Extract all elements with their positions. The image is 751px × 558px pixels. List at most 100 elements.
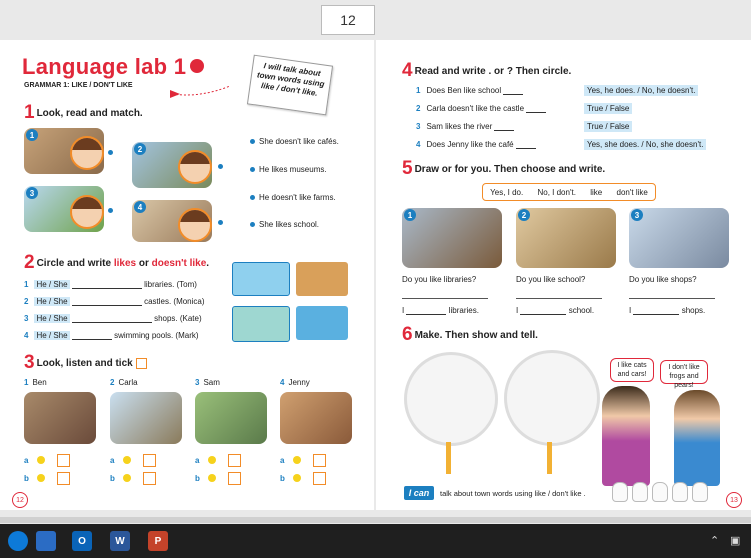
he-she-option[interactable]: He / She bbox=[34, 331, 70, 340]
exercise-row: 1 He / She libraries. (Tom) bbox=[24, 280, 197, 289]
plate-stick bbox=[446, 442, 451, 474]
child-name: 4 Jenny bbox=[280, 378, 310, 387]
tick-checkbox[interactable] bbox=[143, 454, 156, 467]
answer-blank[interactable] bbox=[526, 104, 547, 113]
footer-page-number: 12 bbox=[12, 492, 28, 508]
sad-face-icon bbox=[37, 474, 45, 482]
powerpoint-icon[interactable]: P bbox=[148, 531, 168, 551]
answer-blank[interactable] bbox=[71, 280, 142, 289]
avatar bbox=[70, 195, 104, 229]
answer-blank[interactable] bbox=[515, 140, 536, 149]
section-4-title: 4 Read and write . or ? Then circle. bbox=[402, 60, 572, 81]
match-sentence: He likes museums. bbox=[259, 165, 327, 174]
tray-icon[interactable]: ▣ bbox=[730, 534, 740, 547]
word-option: don't like bbox=[616, 187, 648, 197]
match-dot[interactable] bbox=[218, 220, 223, 225]
answer-blank[interactable] bbox=[520, 306, 567, 315]
sad-face-icon bbox=[123, 474, 131, 482]
outlook-icon[interactable]: O bbox=[72, 531, 92, 551]
tick-checkbox[interactable] bbox=[57, 454, 70, 467]
lightbulb-icon bbox=[672, 482, 688, 502]
lightbulb-icon bbox=[612, 482, 628, 502]
answer-choice[interactable]: Yes, he does. / No, he doesn't. bbox=[584, 85, 699, 96]
answer-blank[interactable] bbox=[71, 297, 142, 306]
photo-library bbox=[402, 208, 502, 268]
answer-choice[interactable]: Yes, she does. / No, she doesn't. bbox=[584, 139, 707, 150]
word-icon[interactable]: W bbox=[110, 531, 130, 551]
option-a-label: a bbox=[280, 456, 285, 465]
match-dot[interactable] bbox=[250, 139, 255, 144]
speech-bubble-boy: I don't like frogs and pears! bbox=[660, 360, 708, 389]
swimming-pool-icon bbox=[296, 306, 348, 340]
exercise-row: 3 He / She shops. (Kate) bbox=[24, 314, 202, 323]
he-she-option[interactable]: He / She bbox=[34, 297, 70, 306]
option-b-label: b bbox=[195, 474, 200, 483]
he-she-option[interactable]: He / She bbox=[34, 314, 70, 323]
tick-checkbox[interactable] bbox=[313, 472, 326, 485]
match-sentence: She doesn't like cafés. bbox=[259, 137, 339, 146]
page-number-box[interactable]: 12 bbox=[321, 5, 375, 35]
answer-line[interactable] bbox=[402, 298, 488, 299]
edge-icon[interactable] bbox=[8, 531, 28, 551]
word-option: Yes, I do. bbox=[490, 187, 524, 197]
tick-checkbox[interactable] bbox=[57, 472, 70, 485]
match-dot[interactable] bbox=[250, 195, 255, 200]
match-dot[interactable] bbox=[218, 164, 223, 169]
answer-line[interactable] bbox=[516, 298, 602, 299]
answer-choice[interactable]: True / False bbox=[584, 121, 633, 132]
photo-school bbox=[516, 208, 616, 268]
question: Do you like shops? bbox=[629, 275, 697, 284]
exercise-row: 2 He / She castles. (Monica) bbox=[24, 297, 205, 306]
footer-page-number: 13 bbox=[726, 492, 742, 508]
tick-box-icon bbox=[135, 357, 147, 369]
option-b-label: b bbox=[280, 474, 285, 483]
option-a-label: a bbox=[195, 456, 200, 465]
photo-number: 4 bbox=[134, 201, 146, 213]
answer-blank[interactable] bbox=[406, 306, 447, 315]
exercise-row: 3 Sam likes the river bbox=[416, 122, 515, 131]
word-box: Yes, I do. No, I don't. like don't like bbox=[482, 183, 656, 201]
word-option: like bbox=[590, 187, 603, 197]
answer-blank[interactable] bbox=[633, 306, 680, 315]
question: Do you like school? bbox=[516, 275, 586, 284]
answer-line[interactable] bbox=[629, 298, 715, 299]
grammar-subtitle: GRAMMAR 1: LIKE / DON'T LIKE bbox=[24, 82, 133, 89]
sad-face-icon bbox=[208, 474, 216, 482]
answer-row: I libraries. bbox=[402, 306, 479, 315]
paper-plate-craft bbox=[404, 352, 498, 446]
answer-choice[interactable]: True / False bbox=[584, 103, 633, 114]
section-1-title: 1 Look, read and match. bbox=[24, 102, 143, 123]
answer-blank[interactable] bbox=[494, 122, 515, 131]
tick-checkbox[interactable] bbox=[143, 472, 156, 485]
option-a-label: a bbox=[110, 456, 115, 465]
answer-blank[interactable] bbox=[503, 86, 524, 95]
castle-icon bbox=[296, 262, 348, 296]
option-a-label: a bbox=[24, 456, 29, 465]
he-she-option[interactable]: He / She bbox=[34, 280, 70, 289]
pen-app-icon[interactable] bbox=[36, 531, 56, 551]
answer-blank[interactable] bbox=[71, 314, 152, 323]
exercise-row: 4 Does Jenny like the café bbox=[416, 140, 536, 149]
avatar bbox=[178, 150, 212, 184]
section-2-title: 2 Circle and write likes or doesn't like. bbox=[24, 252, 210, 273]
answer-row: I school. bbox=[516, 306, 595, 315]
photo-shops bbox=[629, 208, 729, 268]
photo-library bbox=[24, 392, 96, 444]
child-name: 2 Carla bbox=[110, 378, 138, 387]
chevron-up-icon[interactable]: ⌃ bbox=[710, 534, 719, 547]
match-dot[interactable] bbox=[108, 150, 113, 155]
child-name: 1 Ben bbox=[24, 378, 47, 387]
match-dot[interactable] bbox=[250, 222, 255, 227]
tick-checkbox[interactable] bbox=[228, 454, 241, 467]
answer-blank[interactable] bbox=[71, 331, 112, 340]
word-option: No, I don't. bbox=[537, 187, 576, 197]
photo-number: 2 bbox=[134, 143, 146, 155]
match-dot[interactable] bbox=[108, 208, 113, 213]
match-dot[interactable] bbox=[250, 167, 255, 172]
horizontal-scrollbar[interactable] bbox=[0, 517, 751, 523]
tick-checkbox[interactable] bbox=[313, 454, 326, 467]
i-can-badge: I can bbox=[404, 486, 434, 500]
happy-face-icon bbox=[37, 456, 45, 464]
tick-checkbox[interactable] bbox=[228, 472, 241, 485]
exercise-row: 2 Carla doesn't like the castle bbox=[416, 104, 547, 113]
